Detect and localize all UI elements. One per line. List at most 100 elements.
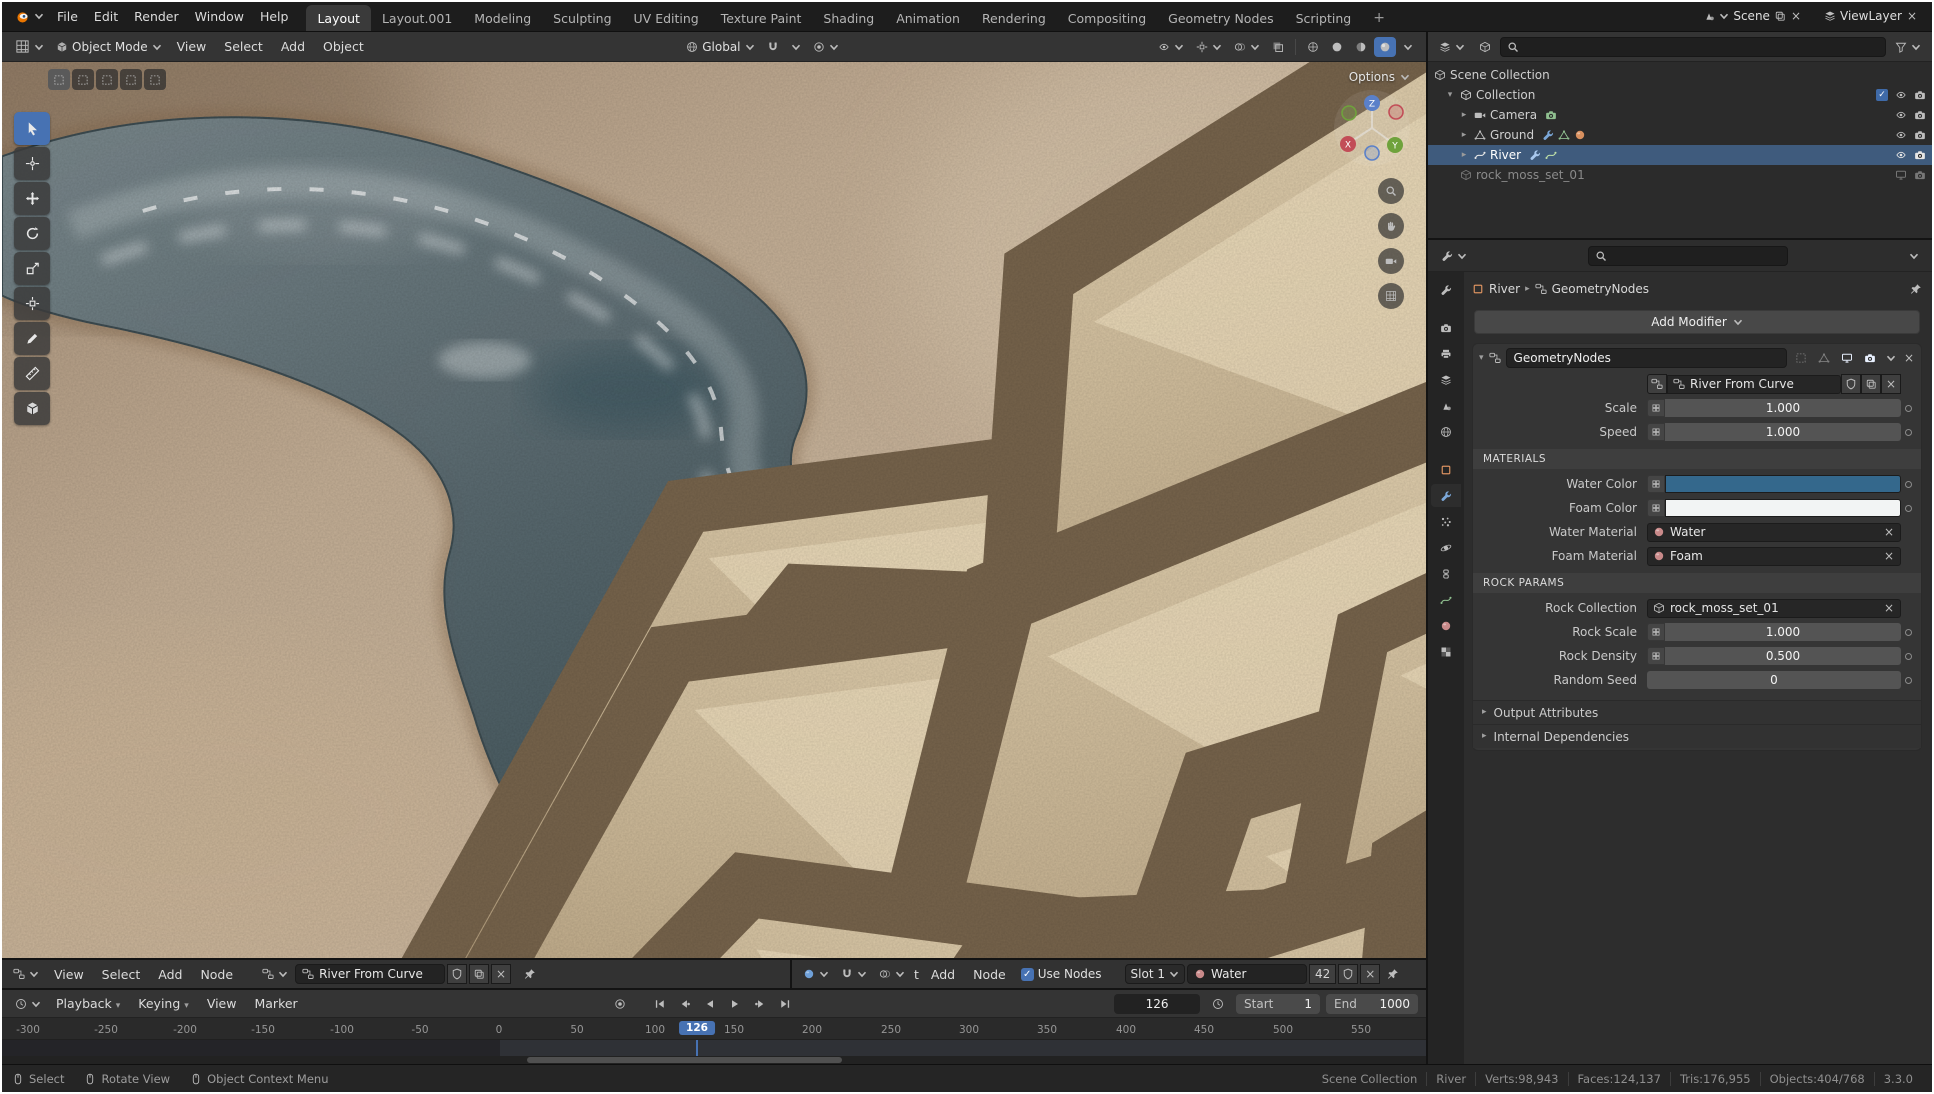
outliner-row-camera[interactable]: ▸ Camera	[1428, 105, 1932, 125]
mode-selector[interactable]: Object Mode	[51, 38, 167, 56]
viewport-canvas[interactable]: Options Z X Y	[2, 62, 1426, 959]
pan-button[interactable]	[1378, 213, 1404, 239]
outliner-row-scene-collection[interactable]: Scene Collection	[1428, 65, 1932, 85]
rock-params-section-header[interactable]: ROCK PARAMS	[1473, 573, 1921, 593]
menu-keying[interactable]: Keying ▾	[130, 993, 197, 1014]
decorator-dot[interactable]	[1901, 628, 1915, 636]
menu-window[interactable]: Window	[187, 6, 252, 27]
decorator-dot[interactable]	[1901, 404, 1915, 412]
remove-modifier-button[interactable]: ×	[1903, 352, 1915, 364]
tool-select-box[interactable]	[14, 112, 50, 145]
editor-type-button[interactable]	[798, 966, 834, 982]
new-scene-icon[interactable]	[1774, 10, 1786, 22]
menu-help[interactable]: Help	[252, 6, 297, 27]
disclosure-icon[interactable]: ▸	[1458, 110, 1470, 120]
tab-output[interactable]	[1431, 342, 1461, 365]
tab-compositing[interactable]: Compositing	[1057, 5, 1157, 31]
object-visibility-dropdown[interactable]	[1153, 39, 1189, 55]
shader-menu-node[interactable]: Node	[965, 964, 1014, 985]
browse-node-group-button[interactable]	[1647, 374, 1667, 394]
pin-button[interactable]	[519, 966, 541, 982]
play-reverse-button[interactable]	[698, 994, 722, 1014]
zoom-button[interactable]	[1378, 178, 1404, 204]
modifier-extras-dropdown[interactable]	[1884, 351, 1898, 365]
tab-geometry-nodes[interactable]: Geometry Nodes	[1157, 5, 1284, 31]
select-mode-new-button[interactable]	[48, 69, 70, 90]
pin-icon[interactable]	[1910, 283, 1922, 295]
foam-color-swatch[interactable]	[1665, 499, 1901, 517]
tool-add-cube[interactable]	[14, 392, 50, 425]
navigation-gizmo[interactable]: Z X Y	[1332, 88, 1412, 168]
unlink-material-button[interactable]: ×	[1360, 964, 1381, 985]
tool-cursor[interactable]	[14, 147, 50, 180]
tab-texture[interactable]	[1431, 640, 1461, 663]
shading-rendered-button[interactable]	[1374, 36, 1396, 57]
filter-dropdown[interactable]	[1890, 39, 1926, 55]
breadcrumb-modifier[interactable]: GeometryNodes	[1552, 282, 1649, 296]
decorator-dot[interactable]	[1901, 480, 1915, 488]
viewport-menu-view[interactable]: View	[169, 36, 215, 57]
auto-keying-toggle[interactable]	[608, 994, 632, 1014]
viewport-scene[interactable]	[2, 62, 1426, 959]
speed-value-field[interactable]: 1.000	[1665, 423, 1901, 441]
add-modifier-button[interactable]: Add Modifier	[1474, 310, 1920, 334]
modifier-name-field[interactable]: GeometryNodes	[1505, 348, 1787, 368]
internal-dependencies-panel[interactable]: ▸ Internal Dependencies	[1473, 724, 1921, 748]
disclosure-icon[interactable]: ▸	[1458, 130, 1470, 140]
node-menu-view[interactable]: View	[46, 964, 92, 985]
preview-range-toggle[interactable]	[1206, 994, 1230, 1014]
select-mode-subtract-button[interactable]	[96, 69, 118, 90]
tab-scripting[interactable]: Scripting	[1285, 5, 1363, 31]
tool-scale[interactable]	[14, 252, 50, 285]
tab-rendering[interactable]: Rendering	[971, 5, 1057, 31]
disable-in-render-icon[interactable]	[1914, 169, 1926, 181]
decorator-dot[interactable]	[1901, 676, 1915, 684]
tool-rotate[interactable]	[14, 217, 50, 250]
browse-node-tree-button[interactable]	[257, 966, 293, 982]
decorator-dot[interactable]	[1901, 504, 1915, 512]
hide-in-viewport-icon[interactable]	[1895, 149, 1907, 161]
attribute-toggle-icon[interactable]	[1647, 647, 1665, 665]
viewport-menu-select[interactable]: Select	[216, 36, 271, 57]
timeline-scrollbar[interactable]	[2, 1056, 1426, 1064]
rock-density-field[interactable]: 0.500	[1665, 647, 1901, 665]
disclosure-icon[interactable]: ▾	[1444, 90, 1456, 100]
edit-mode-toggle[interactable]	[1792, 349, 1810, 367]
disclosure-icon[interactable]: ▸	[1458, 150, 1470, 160]
disable-in-render-icon[interactable]	[1914, 109, 1926, 121]
tab-object-data[interactable]	[1431, 588, 1461, 611]
materials-section-header[interactable]: MATERIALS	[1473, 449, 1921, 469]
scale-value-field[interactable]: 1.000	[1665, 399, 1901, 417]
add-workspace-button[interactable]: +	[1362, 5, 1396, 31]
xray-toggle[interactable]	[1267, 39, 1289, 55]
outliner-search-input[interactable]	[1524, 39, 1879, 54]
shading-dropdown[interactable]	[1398, 40, 1418, 54]
next-keyframe-button[interactable]	[748, 994, 772, 1014]
editor-type-button[interactable]	[10, 37, 49, 56]
menu-edit[interactable]: Edit	[86, 6, 126, 27]
editor-type-button[interactable]	[1436, 248, 1472, 264]
tab-layout[interactable]: Layout	[306, 5, 371, 31]
tab-world[interactable]	[1431, 420, 1461, 443]
remove-viewlayer-button[interactable]: ×	[1906, 10, 1918, 22]
use-nodes-checkbox[interactable]: ✓ Use Nodes	[1016, 965, 1107, 983]
hide-in-viewport-icon[interactable]	[1895, 169, 1907, 181]
hide-in-viewport-icon[interactable]	[1895, 129, 1907, 141]
fake-user-button[interactable]	[1338, 964, 1359, 985]
unlink-collection-button[interactable]: ×	[1883, 602, 1895, 614]
frame-end-field[interactable]: End 1000	[1326, 993, 1419, 1014]
shader-menu-add[interactable]: Add	[923, 964, 963, 985]
jump-to-end-button[interactable]	[773, 994, 797, 1014]
outliner-row-rock-moss-set[interactable]: rock_moss_set_01	[1428, 165, 1932, 185]
tab-constraints[interactable]	[1431, 562, 1461, 585]
tab-object[interactable]	[1431, 458, 1461, 481]
properties-options-dropdown[interactable]	[1904, 249, 1924, 263]
blender-menu-button[interactable]	[10, 7, 49, 26]
tab-texture-paint[interactable]: Texture Paint	[710, 5, 813, 31]
fake-user-button[interactable]	[447, 964, 468, 985]
transform-orientation-selector[interactable]: Global	[681, 38, 759, 56]
current-frame-field[interactable]: 126	[1114, 993, 1201, 1014]
select-mode-extend-button[interactable]	[72, 69, 94, 90]
prev-keyframe-button[interactable]	[673, 994, 697, 1014]
outliner-row-collection[interactable]: ▾ Collection ✓	[1428, 85, 1932, 105]
